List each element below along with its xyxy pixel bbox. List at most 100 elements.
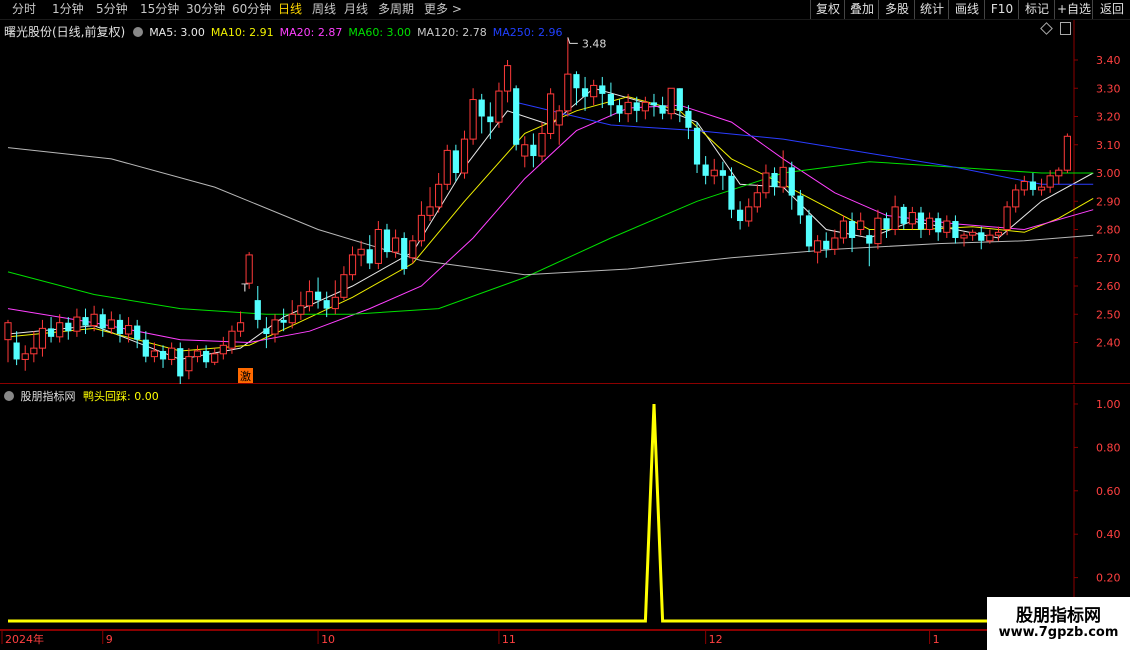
candle-body-down <box>728 175 735 210</box>
candle-body-up <box>1046 175 1054 188</box>
toolbar-action-5[interactable]: F10 <box>984 0 1019 19</box>
toolbar-action-1[interactable]: 叠加 <box>844 0 879 19</box>
candle-body-up <box>874 217 882 245</box>
candle-body-up <box>4 322 12 341</box>
candle-body-up <box>73 316 81 332</box>
period-tab-9[interactable]: 多周期 <box>378 1 414 18</box>
date-year-label: 2024年 <box>5 632 44 646</box>
candle-body-up <box>710 169 718 177</box>
candle-body-up <box>90 313 98 327</box>
candle-body-down <box>478 99 485 117</box>
ma-legend-3: MA60: 3.00 <box>348 26 412 39</box>
period-tab-0[interactable]: 分时 <box>12 1 36 18</box>
toolbar-action-6[interactable]: 标记 <box>1018 0 1055 19</box>
candle-body-up <box>521 144 529 157</box>
toolbar-action-8[interactable]: 返回 <box>1092 0 1130 19</box>
candle-body-down <box>581 88 589 97</box>
candle-body-up <box>357 248 365 256</box>
period-tab-7[interactable]: 周线 <box>312 1 336 18</box>
candle-body-down <box>366 249 373 264</box>
ma-legend-2: MA20: 2.87 <box>279 26 343 39</box>
toolbar-action-0[interactable]: 复权 <box>810 0 845 19</box>
candle-body-up <box>219 344 227 355</box>
candle-body-down <box>530 144 537 157</box>
candle-body-down <box>633 102 640 111</box>
candle-body-up <box>1037 186 1046 191</box>
y-tick-label: 3.20 <box>1096 111 1121 124</box>
candle-body-down <box>314 291 322 301</box>
candle-body-up <box>495 90 503 123</box>
panel-toggle-icon[interactable] <box>1060 22 1071 35</box>
candle-body-down <box>788 167 795 196</box>
ma-line-ma120 <box>7 147 1094 276</box>
candle-body-down <box>280 319 287 323</box>
stock-title: 曙光股份(日线,前复权) <box>4 25 126 39</box>
y-tick-label: 2.90 <box>1096 195 1121 208</box>
period-tab-2[interactable]: 5分钟 <box>96 1 128 18</box>
period-tab-10[interactable]: 更多 > <box>424 1 462 18</box>
candle-body-up <box>348 254 357 276</box>
toolbar-action-3[interactable]: 统计 <box>914 0 949 19</box>
candle-body-down <box>13 342 20 360</box>
signal-badge-text: 激 <box>240 369 251 383</box>
indicator-tick-label: 0.60 <box>1096 485 1121 498</box>
kline-legend: 曙光股份(日线,前复权) MA5: 3.00 MA10: 2.91 MA20: 2.… <box>4 23 569 40</box>
candle-body-up <box>753 192 761 208</box>
candle-body-down <box>177 348 184 377</box>
candle-body-down <box>736 209 744 222</box>
settings-icon[interactable] <box>4 391 14 401</box>
candle-body-up <box>641 101 649 112</box>
watermark-url: www.7gpzb.com <box>998 625 1119 640</box>
candle-body-up <box>340 274 348 298</box>
indicator-chart[interactable]: 1.00 0.80 0.60 0.40 0.20 <box>0 385 1130 630</box>
period-tab-4[interactable]: 30分钟 <box>186 1 225 18</box>
indicator-panel[interactable]: 1.00 0.80 0.60 0.40 0.20 股朋指标网 鸭头回踩: 0.00 <box>0 385 1130 630</box>
candle-body-up <box>745 206 753 222</box>
candle-body-down <box>65 322 72 332</box>
candle-body-up <box>443 149 451 185</box>
candle-body-up <box>908 212 916 225</box>
candle-body-down <box>159 350 167 360</box>
period-toolbar: 分时 1分钟 5分钟 15分钟 30分钟 60分钟 日线 周线 月线 多周期 更多 > 复权 叠加 多股… <box>0 0 1130 20</box>
period-tab-5[interactable]: 60分钟 <box>232 1 271 18</box>
y-tick-label: 3.00 <box>1096 167 1121 180</box>
candle-body-up <box>762 172 770 194</box>
candle-body-up <box>391 237 400 253</box>
toolbar-action-2[interactable]: 多股 <box>878 0 915 19</box>
candle-body-down <box>47 328 55 337</box>
toolbar-action-4[interactable]: 画线 <box>948 0 985 19</box>
candle-body-up <box>547 93 555 134</box>
candle-body-up <box>288 313 296 324</box>
kline-chart[interactable]: 3.40 3.30 3.20 3.10 3.00 2.90 2.80 2.70 2.60 2.50… <box>0 20 1130 399</box>
candle-body-up <box>426 206 434 216</box>
toolbar-action-7[interactable]: +自选 <box>1054 0 1093 19</box>
t-marker: T <box>241 282 249 295</box>
candle-body-down <box>82 317 89 326</box>
candle-body-up <box>305 291 314 307</box>
kline-panel[interactable]: 3.40 3.30 3.20 3.10 3.00 2.90 2.80 2.70 2.60 2.50… <box>0 20 1130 399</box>
period-tab-3[interactable]: 15分钟 <box>140 1 179 18</box>
watermark-title: 股朋指标网 <box>1016 606 1101 626</box>
ma-legend-0: MA5: 3.00 <box>149 26 205 39</box>
settings-icon[interactable] <box>132 27 143 37</box>
candle-body-up <box>831 237 839 250</box>
period-tab-8[interactable]: 月线 <box>344 1 368 18</box>
y-tick-label: 3.30 <box>1096 82 1121 95</box>
candle-body-down <box>883 218 890 230</box>
candle-body-up <box>168 347 176 360</box>
candle-body-down <box>650 102 658 106</box>
y-tick-label: 2.40 <box>1096 337 1121 350</box>
candle-body-up <box>857 220 865 230</box>
candle-body-up <box>925 217 934 230</box>
candle-body-up <box>374 229 382 264</box>
candle-body-down <box>607 93 615 106</box>
candle-body-up <box>150 350 159 358</box>
candle-body-up <box>30 347 38 355</box>
y-tick-label: 3.40 <box>1096 54 1121 67</box>
period-tab-6[interactable]: 日线 <box>278 1 302 18</box>
period-tab-1[interactable]: 1分钟 <box>52 1 84 18</box>
candle-body-down <box>900 206 907 224</box>
candle-body-up <box>193 350 202 358</box>
candle-body-up <box>417 214 426 242</box>
candle-body-up <box>969 231 977 236</box>
